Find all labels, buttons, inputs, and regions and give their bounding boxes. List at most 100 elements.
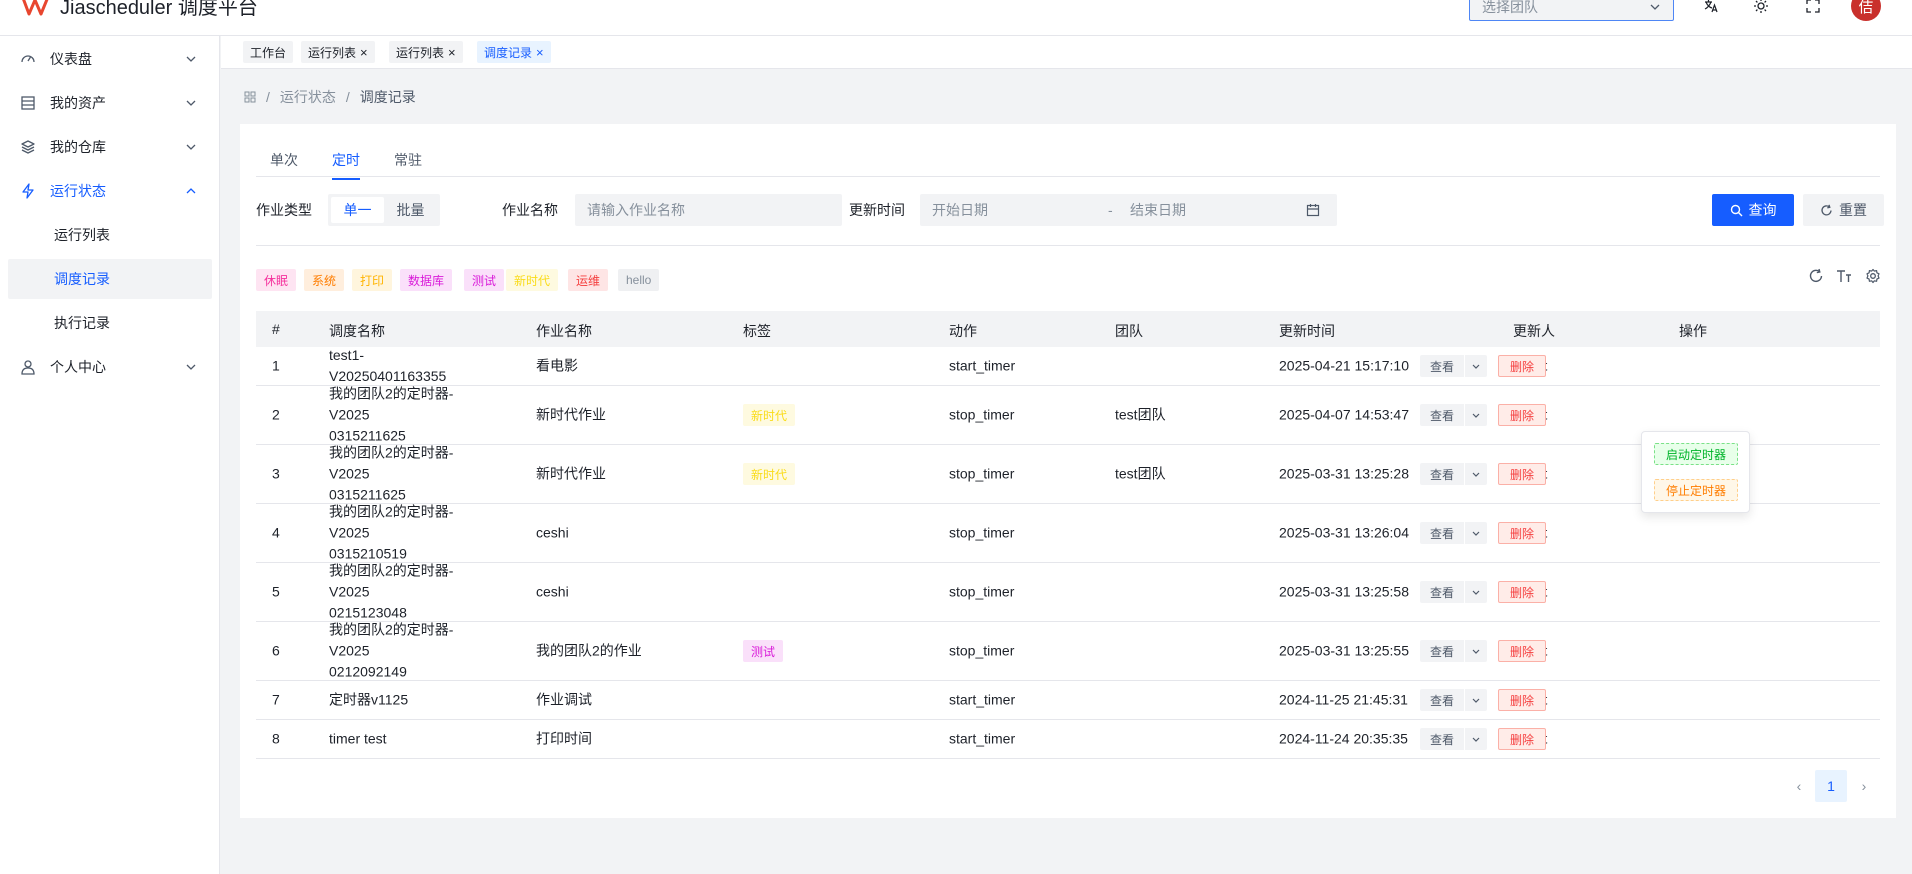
tag-filter-chip[interactable]: 新时代 bbox=[506, 269, 559, 291]
settings-gear-icon[interactable] bbox=[1863, 266, 1883, 286]
delete-button[interactable]: 删除 bbox=[1498, 522, 1546, 544]
row-index: 2 bbox=[272, 406, 280, 423]
sidebar-item-schedule-records[interactable]: 调度记录 bbox=[8, 259, 212, 299]
sidebar-item-exec-records[interactable]: 执行记录 bbox=[8, 303, 212, 343]
table-row: 4 我的团队2的定时器-V2025 0315210519 ceshi stop_time… bbox=[256, 504, 1880, 563]
job-name: 我的团队2的作业 bbox=[536, 642, 642, 659]
row-index: 5 bbox=[272, 583, 280, 600]
job-type-batch[interactable]: 批量 bbox=[384, 197, 437, 223]
more-dropdown-button[interactable] bbox=[1465, 640, 1487, 662]
row-index: 6 bbox=[272, 642, 280, 659]
avatar[interactable]: 佶 bbox=[1851, 0, 1881, 21]
row-tag: 测试 bbox=[743, 640, 784, 662]
schedule-name: 我的团队2的定时器-V2025 0315210519 bbox=[329, 502, 479, 565]
team-select[interactable]: 选择团队 bbox=[1469, 0, 1674, 21]
range-separator: - bbox=[1108, 202, 1113, 218]
sidebar-item-repository[interactable]: 我的仓库 bbox=[8, 127, 212, 167]
tag-filter-chip[interactable]: 测试 bbox=[464, 269, 505, 291]
end-date-placeholder[interactable]: 结束日期 bbox=[1130, 200, 1306, 220]
delete-button[interactable]: 删除 bbox=[1498, 581, 1546, 603]
view-button[interactable]: 查看 bbox=[1420, 463, 1464, 485]
translate-icon[interactable] bbox=[1699, 0, 1723, 18]
reload-icon[interactable] bbox=[1806, 266, 1826, 286]
view-button[interactable]: 查看 bbox=[1420, 581, 1464, 603]
breadcrumb-current: 调度记录 bbox=[359, 89, 416, 105]
col-index: # bbox=[272, 321, 280, 337]
schedule-name-line1: timer test bbox=[329, 730, 387, 747]
delete-button[interactable]: 删除 bbox=[1498, 728, 1546, 750]
page-tab-schedule-records[interactable]: 调度记录 × bbox=[477, 41, 551, 63]
more-dropdown-button[interactable] bbox=[1465, 463, 1487, 485]
fullscreen-icon[interactable] bbox=[1801, 0, 1825, 18]
tag-filter-chip[interactable]: 系统 bbox=[304, 269, 345, 291]
tag-filter-chip[interactable]: 打印 bbox=[352, 269, 393, 291]
page-1-button[interactable]: 1 bbox=[1815, 770, 1847, 802]
more-dropdown-button[interactable] bbox=[1465, 522, 1487, 544]
tag-filter-chip[interactable]: 数据库 bbox=[400, 269, 453, 291]
more-dropdown-button[interactable] bbox=[1465, 689, 1487, 711]
job-name-input[interactable]: 请输入作业名称 bbox=[575, 194, 842, 226]
view-button[interactable]: 查看 bbox=[1420, 522, 1464, 544]
page-tab-run-list-2[interactable]: 运行列表 × bbox=[389, 41, 463, 63]
update-time: 2025-04-21 15:17:10 bbox=[1279, 357, 1409, 374]
sidebar-item-label: 运行状态 bbox=[50, 183, 106, 199]
close-icon[interactable]: × bbox=[536, 46, 544, 59]
date-range-picker[interactable]: 开始日期 - 结束日期 bbox=[920, 194, 1337, 226]
table-row: 2 我的团队2的定时器-V2025 0315211625 新时代作业 新时代 stop_t… bbox=[256, 386, 1880, 445]
text-size-icon[interactable] bbox=[1834, 266, 1854, 286]
refresh-icon bbox=[1821, 204, 1832, 215]
table-row: 3 我的团队2的定时器-V2025 0315211625 新时代作业 新时代 stop_t… bbox=[256, 445, 1880, 504]
sidebar-item-personal-center[interactable]: 个人中心 bbox=[8, 347, 212, 387]
delete-button[interactable]: 删除 bbox=[1498, 404, 1546, 426]
more-dropdown-button[interactable] bbox=[1465, 728, 1487, 750]
start-date-placeholder[interactable]: 开始日期 bbox=[932, 200, 1108, 220]
tag-filter-chip[interactable]: 运维 bbox=[568, 269, 609, 291]
delete-button[interactable]: 删除 bbox=[1498, 355, 1546, 377]
view-button[interactable]: 查看 bbox=[1420, 689, 1464, 711]
tag-filter-chip[interactable]: hello bbox=[618, 269, 660, 291]
page-tab-run-list[interactable]: 运行列表 × bbox=[301, 41, 375, 63]
prev-page-button[interactable]: ‹ bbox=[1783, 770, 1815, 802]
dashboard-icon bbox=[20, 51, 36, 67]
delete-button[interactable]: 删除 bbox=[1498, 640, 1546, 662]
job-type-single[interactable]: 单一 bbox=[331, 197, 384, 223]
sidebar-item-assets[interactable]: 我的资产 bbox=[8, 83, 212, 123]
more-dropdown-button[interactable] bbox=[1465, 581, 1487, 603]
schedule-name-line2: 0315211625 bbox=[329, 486, 406, 503]
view-button[interactable]: 查看 bbox=[1420, 640, 1464, 662]
table-row: 8 timer test 打印时间 start_timer 2024-11-24 20:… bbox=[256, 720, 1880, 759]
start-timer-menu-item[interactable]: 启动定时器 bbox=[1654, 443, 1738, 465]
view-button[interactable]: 查看 bbox=[1420, 404, 1464, 426]
more-dropdown-button[interactable] bbox=[1465, 355, 1487, 377]
query-button[interactable]: 查询 bbox=[1712, 194, 1794, 226]
sidebar-item-run-status[interactable]: 运行状态 bbox=[8, 171, 212, 211]
close-icon[interactable]: × bbox=[360, 46, 368, 59]
chevron-down-icon bbox=[1472, 737, 1480, 742]
more-dropdown-button[interactable] bbox=[1465, 404, 1487, 426]
schedule-name: 我的团队2的定时器-V2025 0315211625 bbox=[329, 384, 479, 447]
sidebar-item-label: 调度记录 bbox=[54, 271, 110, 287]
apps-grid-icon[interactable] bbox=[244, 91, 256, 103]
update-time: 2025-03-31 13:25:28 bbox=[1279, 465, 1409, 482]
page-tab-workbench[interactable]: 工作台 bbox=[243, 41, 294, 63]
tag-filter-chip[interactable]: 休眠 bbox=[256, 269, 297, 291]
app-logo[interactable]: Jiascheduler 调度平台 bbox=[22, 0, 258, 20]
calendar-icon bbox=[1306, 204, 1320, 217]
schedule-name-line2: 0315210519 bbox=[329, 545, 407, 562]
chevron-down-icon bbox=[1472, 649, 1480, 654]
view-button[interactable]: 查看 bbox=[1420, 355, 1464, 377]
next-page-button[interactable]: › bbox=[1848, 770, 1880, 802]
sidebar-item-dashboard[interactable]: 仪表盘 bbox=[8, 39, 212, 79]
sidebar-item-run-list[interactable]: 运行列表 bbox=[8, 215, 212, 255]
reset-button-label: 重置 bbox=[1839, 202, 1867, 218]
close-icon[interactable]: × bbox=[448, 46, 456, 59]
delete-button[interactable]: 删除 bbox=[1498, 463, 1546, 485]
breadcrumb-item[interactable]: 运行状态 bbox=[280, 87, 336, 107]
theme-sun-icon[interactable] bbox=[1749, 0, 1773, 18]
view-button[interactable]: 查看 bbox=[1420, 728, 1464, 750]
reset-button[interactable]: 重置 bbox=[1803, 194, 1884, 226]
schedule-name-line1: 定时器v1125 bbox=[329, 691, 409, 708]
user-icon bbox=[20, 359, 36, 375]
delete-button[interactable]: 删除 bbox=[1498, 689, 1546, 711]
stop-timer-menu-item[interactable]: 停止定时器 bbox=[1654, 479, 1738, 501]
